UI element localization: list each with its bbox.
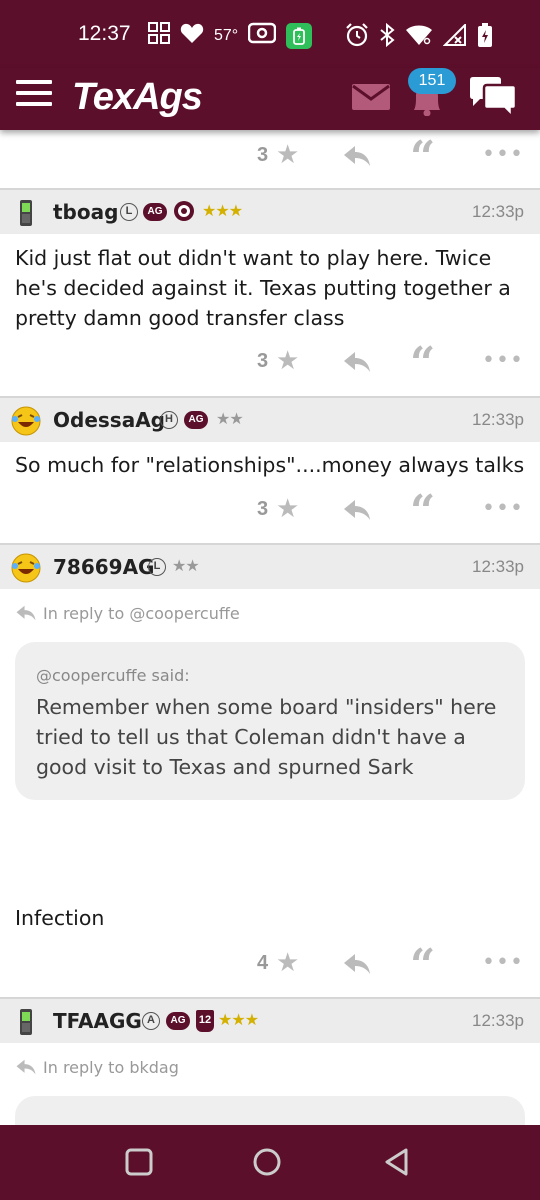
star-count: 3 <box>257 498 269 520</box>
reply-icon[interactable] <box>343 351 371 373</box>
rating-stars: ★★ <box>216 409 244 428</box>
wifi-icon <box>405 24 433 51</box>
app-header: TexAgs 151 <box>0 68 540 130</box>
avatar-laughing-icon <box>11 553 41 583</box>
reply-icon[interactable] <box>343 499 371 521</box>
temperature: 57° <box>214 26 239 44</box>
post-actions: 3 ★ “ ••• <box>0 132 540 182</box>
quote-box <box>15 1096 525 1125</box>
star-count: 3 <box>257 144 269 166</box>
rating-stars: ★★★ <box>202 201 243 220</box>
thread-content[interactable]: 3 ★ “ ••• tboag L AG ★★★ 12:33p Kid just… <box>0 130 540 1125</box>
badge-ag: AG <box>166 1012 190 1030</box>
badge-12: 12 <box>196 1010 214 1032</box>
username[interactable]: OdessaAg <box>53 408 165 432</box>
battery-icon <box>477 22 493 53</box>
reply-icon <box>16 605 36 621</box>
avatar-phone-icon <box>20 200 32 226</box>
more-icon[interactable]: ••• <box>482 144 524 166</box>
more-icon[interactable]: ••• <box>482 952 524 974</box>
signal-icon <box>442 22 467 51</box>
post-time: 12:33p <box>472 202 524 221</box>
username[interactable]: 78669AG <box>53 555 154 579</box>
post-header: 78669AG L ★★ 12:33p <box>0 543 540 589</box>
status-bar: 12:37 57° <box>0 0 540 68</box>
badge-a: A <box>142 1012 160 1030</box>
reply-to-link[interactable]: In reply to bkdag <box>15 1058 179 1082</box>
quote-box: @coopercuffe said: Remember when some bo… <box>15 642 525 800</box>
quote-author: @coopercuffe said: <box>36 666 190 685</box>
post-header: tboag L AG ★★★ 12:33p <box>0 188 540 234</box>
alarm-icon <box>345 23 369 52</box>
username[interactable]: TFAAGG <box>53 1009 142 1033</box>
quote-icon[interactable]: “ <box>410 490 435 534</box>
chat-icon[interactable] <box>468 76 518 118</box>
quote-text: Remember when some board "insiders" here… <box>36 695 497 779</box>
badge-l: L <box>148 558 166 576</box>
post-actions: 3 ★ “ ••• <box>0 338 540 388</box>
battery-saver-icon <box>286 22 313 49</box>
post-header: OdessaAg H AG ★★ 12:33p <box>0 396 540 442</box>
mail-icon[interactable] <box>352 84 390 110</box>
reply-to-text: In reply to bkdag <box>43 1058 179 1077</box>
more-icon[interactable]: ••• <box>482 498 524 520</box>
emblem-icon <box>174 201 194 221</box>
badge-ag: AG <box>184 411 208 429</box>
radio-icon <box>247 22 277 49</box>
username[interactable]: tboag <box>53 200 118 224</box>
rating-stars: ★★★ <box>218 1010 259 1029</box>
star-count: 3 <box>257 350 269 372</box>
badge-h: H <box>160 411 178 429</box>
system-nav-bar <box>0 1125 540 1200</box>
star-icon[interactable]: ★ <box>276 346 299 376</box>
star-icon[interactable]: ★ <box>276 948 299 978</box>
post-body: Infection <box>15 906 105 930</box>
grid-icon <box>148 22 170 49</box>
star-icon[interactable]: ★ <box>276 494 299 524</box>
star-count: 4 <box>257 952 269 974</box>
post-time: 12:33p <box>472 1011 524 1030</box>
quote-icon[interactable]: “ <box>410 342 435 386</box>
reply-icon[interactable] <box>343 145 371 167</box>
post-header: TFAAGG A AG 12 ★★★ 12:33p <box>0 997 540 1043</box>
status-time: 12:37 <box>78 22 131 45</box>
post-body: Kid just flat out didn't want to play he… <box>15 246 511 330</box>
reply-icon[interactable] <box>343 953 371 975</box>
reply-icon <box>16 1059 36 1075</box>
quote-icon[interactable]: “ <box>410 944 435 988</box>
avatar-laughing-icon <box>11 406 41 436</box>
post-body: So much for "relationships"....money alw… <box>15 453 525 477</box>
site-logo[interactable]: TexAgs <box>72 76 203 119</box>
recents-icon[interactable] <box>124 1147 154 1177</box>
back-icon[interactable] <box>382 1147 412 1177</box>
post-time: 12:33p <box>472 557 524 576</box>
rating-stars: ★★ <box>172 556 200 575</box>
star-icon[interactable]: ★ <box>276 140 299 170</box>
post-actions: 3 ★ “ ••• <box>0 486 540 536</box>
reply-to-link[interactable]: In reply to @coopercuffe <box>15 604 240 628</box>
menu-icon[interactable] <box>16 80 52 108</box>
notification-badge[interactable]: 151 <box>408 68 456 94</box>
more-icon[interactable]: ••• <box>482 350 524 372</box>
avatar-phone-icon <box>20 1009 32 1035</box>
home-icon[interactable] <box>252 1147 282 1177</box>
post-actions: 4 ★ “ ••• <box>0 940 540 990</box>
heart-icon <box>180 22 204 49</box>
badge-ag: AG <box>143 203 167 221</box>
bluetooth-icon <box>379 22 395 52</box>
reply-to-text: In reply to @coopercuffe <box>43 604 240 623</box>
post-time: 12:33p <box>472 410 524 429</box>
quote-icon[interactable]: “ <box>410 136 435 180</box>
badge-l: L <box>120 203 138 221</box>
